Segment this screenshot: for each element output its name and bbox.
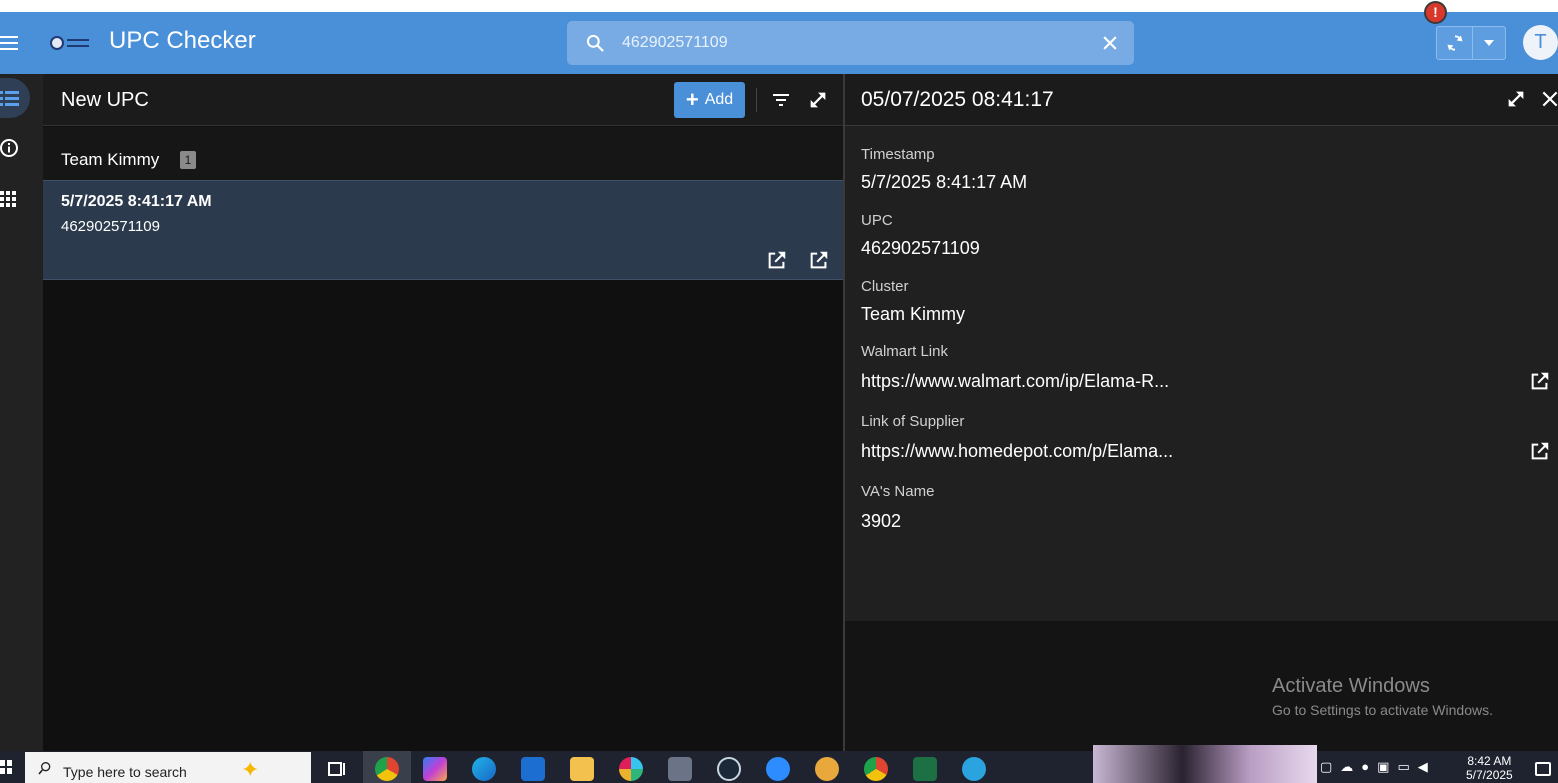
- field-label-va-name: VA's Name: [861, 483, 935, 500]
- add-button-label: Add: [704, 91, 734, 108]
- group-header[interactable]: Team Kimmy 1: [43, 127, 843, 180]
- taskbar-clock[interactable]: 8:42 AM 5/7/2025: [1466, 754, 1513, 782]
- detail-expand-icon[interactable]: [1505, 88, 1527, 110]
- search-input[interactable]: 462902571109: [622, 34, 728, 52]
- detail-title: 05/07/2025 08:41:17: [861, 88, 1054, 111]
- os-taskbar: Type here to search ✦ ▢ ☁ ● ▣ ▭ ◀ 8:42 A…: [0, 751, 1558, 783]
- detail-header: 05/07/2025 08:41:17: [845, 74, 1558, 126]
- brand-logo: [50, 34, 92, 52]
- network-icon[interactable]: ▭: [1397, 759, 1409, 779]
- detail-panel: 05/07/2025 08:41:17 Timestamp 5/7/2025 8…: [843, 74, 1558, 751]
- telegram-icon[interactable]: [962, 757, 986, 781]
- apps-grid-icon[interactable]: [0, 189, 20, 209]
- close-icon[interactable]: [1540, 89, 1558, 109]
- steam-icon[interactable]: [717, 757, 741, 781]
- field-value-va-name: 3902: [861, 511, 902, 531]
- field-label-timestamp: Timestamp: [861, 146, 935, 163]
- app-icon[interactable]: [815, 757, 839, 781]
- group-count-badge: 1: [180, 151, 196, 169]
- watermark-title: Activate Windows: [1272, 675, 1430, 697]
- detail-footer-area: Activate Windows Go to Settings to activ…: [845, 621, 1558, 751]
- field-label-cluster: Cluster: [861, 278, 909, 295]
- sync-button[interactable]: [1437, 27, 1473, 59]
- info-icon[interactable]: [0, 138, 20, 158]
- panel-title: New UPC: [61, 89, 149, 111]
- left-rail: [0, 74, 43, 751]
- upc-list-panel: New UPC + Add Team Kimmy 1 5/7/2025 8:41…: [43, 74, 843, 751]
- list-item-timestamp: 5/7/2025 8:41:17 AM: [61, 193, 212, 210]
- open-walmart-link-icon[interactable]: [766, 249, 788, 271]
- alert-badge-icon[interactable]: !: [1424, 1, 1447, 24]
- toolbar-divider: [756, 88, 757, 112]
- edge-icon[interactable]: [472, 757, 496, 781]
- group-name: Team Kimmy: [61, 150, 160, 169]
- field-label-upc: UPC: [861, 212, 893, 229]
- tray-icon[interactable]: ▢: [1320, 759, 1332, 779]
- field-label-supplier-link: Link of Supplier: [861, 413, 965, 430]
- field-value-timestamp: 5/7/2025 8:41:17 AM: [861, 172, 1028, 192]
- add-button[interactable]: + Add: [674, 82, 745, 118]
- file-explorer-icon[interactable]: [570, 757, 594, 781]
- clock-date: 5/7/2025: [1466, 768, 1513, 782]
- app-root: UPC Checker 462902571109 T ! New UPC + A…: [0, 0, 1558, 783]
- open-supplier-link-icon[interactable]: [1529, 440, 1551, 462]
- activate-windows-watermark: Activate Windows Go to Settings to activ…: [1272, 675, 1493, 718]
- clear-search-icon[interactable]: [1100, 33, 1120, 53]
- windows-start-icon[interactable]: [0, 760, 12, 774]
- system-tray: ▢ ☁ ● ▣ ▭ ◀: [1320, 759, 1428, 779]
- chevron-down-icon: [1484, 40, 1494, 46]
- field-label-walmart-link: Walmart Link: [861, 343, 948, 360]
- app-header: UPC Checker 462902571109 T: [0, 12, 1558, 74]
- zoom-icon[interactable]: [766, 757, 790, 781]
- notification-icon[interactable]: [1535, 762, 1551, 776]
- list-item[interactable]: 5/7/2025 8:41:17 AM 462902571109: [43, 180, 843, 280]
- field-value-cluster: Team Kimmy: [861, 304, 966, 324]
- webcam-thumbnail: [1093, 745, 1317, 783]
- list-item-upc: 462902571109: [61, 218, 160, 235]
- microphone-icon[interactable]: ●: [1361, 759, 1369, 779]
- taskbar-search-box[interactable]: Type here to search ✦: [25, 752, 311, 783]
- open-walmart-link-icon[interactable]: [1529, 370, 1551, 392]
- chrome-profile-icon[interactable]: [864, 757, 888, 781]
- app-title: UPC Checker: [109, 27, 256, 54]
- volume-icon[interactable]: ◀: [1418, 759, 1428, 779]
- sparkle-icon: ✦: [241, 757, 260, 782]
- watermark-subtitle: Go to Settings to activate Windows.: [1272, 702, 1493, 718]
- search-icon: [586, 34, 604, 52]
- sync-button-group: [1436, 26, 1506, 60]
- clock-time: 8:42 AM: [1467, 754, 1512, 768]
- store-icon[interactable]: [521, 757, 545, 781]
- walmart-link[interactable]: https://www.walmart.com/ip/Elama-R...: [861, 371, 1169, 392]
- supplier-link[interactable]: https://www.homedepot.com/p/Elama...: [861, 441, 1173, 462]
- search-bar[interactable]: 462902571109: [567, 21, 1134, 65]
- field-value-upc: 462902571109: [861, 238, 980, 258]
- filter-icon[interactable]: [771, 90, 791, 110]
- list-panel-header: New UPC + Add: [43, 74, 843, 126]
- onedrive-icon[interactable]: ☁: [1340, 759, 1353, 779]
- slack-icon[interactable]: [619, 757, 643, 781]
- task-view-icon[interactable]: [325, 757, 349, 781]
- display-icon[interactable]: ▣: [1377, 759, 1389, 779]
- open-supplier-link-icon[interactable]: [808, 249, 830, 271]
- list-view-icon[interactable]: [0, 88, 20, 108]
- chrome-icon[interactable]: [375, 757, 399, 781]
- expand-icon[interactable]: [807, 89, 829, 111]
- calculator-icon[interactable]: [668, 757, 692, 781]
- user-avatar[interactable]: T: [1523, 25, 1558, 60]
- sync-dropdown-button[interactable]: [1473, 27, 1505, 59]
- taskbar-search-placeholder: Type here to search: [63, 764, 187, 780]
- menu-icon[interactable]: [0, 34, 20, 52]
- sync-icon: [1447, 35, 1462, 51]
- window-top-strip: [0, 0, 1558, 12]
- excel-icon[interactable]: [913, 757, 937, 781]
- plus-icon: +: [685, 87, 699, 112]
- copilot-icon[interactable]: [423, 757, 447, 781]
- taskbar-search-icon: [38, 762, 51, 775]
